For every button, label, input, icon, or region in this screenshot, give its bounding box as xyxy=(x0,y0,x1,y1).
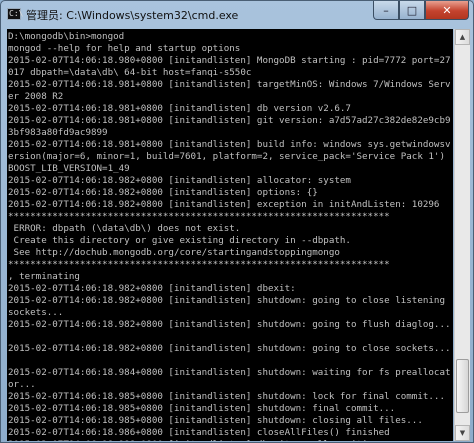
console-line: 2015-02-07T14:06:18.982+0800 [initandlis… xyxy=(8,283,296,294)
cmd-window: C:\ 管理员: C:\Windows\system32\cmd.exe – □… xyxy=(0,0,474,443)
console-output[interactable]: D:\mongodb\bin>mongod mongod --help for … xyxy=(7,29,453,441)
console-line: sockets... xyxy=(8,307,64,318)
console-line: 3bf983a80fd9ac9899 xyxy=(8,127,108,138)
console-line: ****************************************… xyxy=(8,211,390,222)
console-line: See http://dochub.mongodb.org/core/start… xyxy=(8,247,340,258)
console-line: mongod --help for help and startup optio… xyxy=(8,43,241,54)
scroll-down-button[interactable]: ▼ xyxy=(455,425,470,441)
window-title: 管理员: C:\Windows\system32\cmd.exe xyxy=(26,9,239,22)
close-button[interactable]: ✕ xyxy=(425,1,469,20)
console-line: 2015-02-07T14:06:18.988+0800 [initandlis… xyxy=(8,439,401,441)
console-line: 2015-02-07T14:06:18.980+0800 [initandlis… xyxy=(8,55,451,66)
maximize-icon: □ xyxy=(406,3,418,17)
console-line: BOOST_LIB_VERSION=1_49 xyxy=(8,163,130,174)
console-line: 2015-02-07T14:06:18.984+0800 [initandlis… xyxy=(8,367,451,378)
console-line: 2015-02-07T14:06:18.982+0800 [initandlis… xyxy=(8,343,451,354)
console-line: or... xyxy=(8,379,36,390)
scroll-up-arrow-icon: ▲ xyxy=(459,33,466,41)
console-line: 2015-02-07T14:06:18.985+0800 [initandlis… xyxy=(8,391,445,402)
console-line: 2015-02-07T14:06:18.981+0800 [initandlis… xyxy=(8,103,351,114)
console-line: 017 dbpath=\data\db\ 64-bit host=fanqi-s… xyxy=(8,67,252,78)
console-line: Create this directory or give existing d… xyxy=(8,235,351,246)
console-line: 2015-02-07T14:06:18.981+0800 [initandlis… xyxy=(8,139,451,150)
console-line: 2015-02-07T14:06:18.982+0800 [initandlis… xyxy=(8,175,351,186)
console-line: 2015-02-07T14:06:18.982+0800 [initandlis… xyxy=(8,319,451,330)
console-line: 2015-02-07T14:06:18.986+0800 [initandlis… xyxy=(8,427,390,438)
console-line: D:\mongodb\bin>mongod xyxy=(8,31,125,42)
console-line: 2015-02-07T14:06:18.985+0800 [initandlis… xyxy=(8,415,423,426)
console-line: 2015-02-07T14:06:18.981+0800 [initandlis… xyxy=(8,115,451,126)
cmd-app-icon[interactable]: C:\ xyxy=(7,8,24,20)
scroll-down-arrow-icon: ▼ xyxy=(459,429,466,437)
minimize-button[interactable]: – xyxy=(373,1,399,20)
console-line: , terminating xyxy=(8,271,80,282)
close-icon: ✕ xyxy=(442,3,452,17)
console-line: ERROR: dbpath (\data\db\) does not exist… xyxy=(8,223,241,234)
scroll-up-button[interactable]: ▲ xyxy=(455,29,470,45)
console-line: 2015-02-07T14:06:18.985+0800 [initandlis… xyxy=(8,403,396,414)
console-line: 2015-02-07T14:06:18.982+0800 [initandlis… xyxy=(8,199,440,210)
maximize-button[interactable]: □ xyxy=(399,1,425,20)
minimize-icon: – xyxy=(383,3,389,17)
title-bar[interactable]: C:\ 管理员: C:\Windows\system32\cmd.exe – □… xyxy=(1,1,473,29)
console-line: er 2008 R2 xyxy=(8,91,64,102)
console-text: D:\mongodb\bin>mongod mongod --help for … xyxy=(7,29,453,441)
console-line: ****************************************… xyxy=(8,259,390,270)
console-line: 2015-02-07T14:06:18.982+0800 [initandlis… xyxy=(8,187,318,198)
console-line: ersion(major=6, minor=1, build=7601, pla… xyxy=(8,151,445,162)
scrollbar-thumb[interactable] xyxy=(456,359,469,413)
console-line: 2015-02-07T14:06:18.981+0800 [initandlis… xyxy=(8,79,451,90)
caption-buttons: – □ ✕ xyxy=(373,1,469,21)
cmd-app-icon-label: C:\ xyxy=(9,9,24,18)
vertical-scrollbar[interactable]: ▲ ▼ xyxy=(454,29,470,441)
console-line: 2015-02-07T14:06:18.982+0800 [initandlis… xyxy=(8,295,445,306)
